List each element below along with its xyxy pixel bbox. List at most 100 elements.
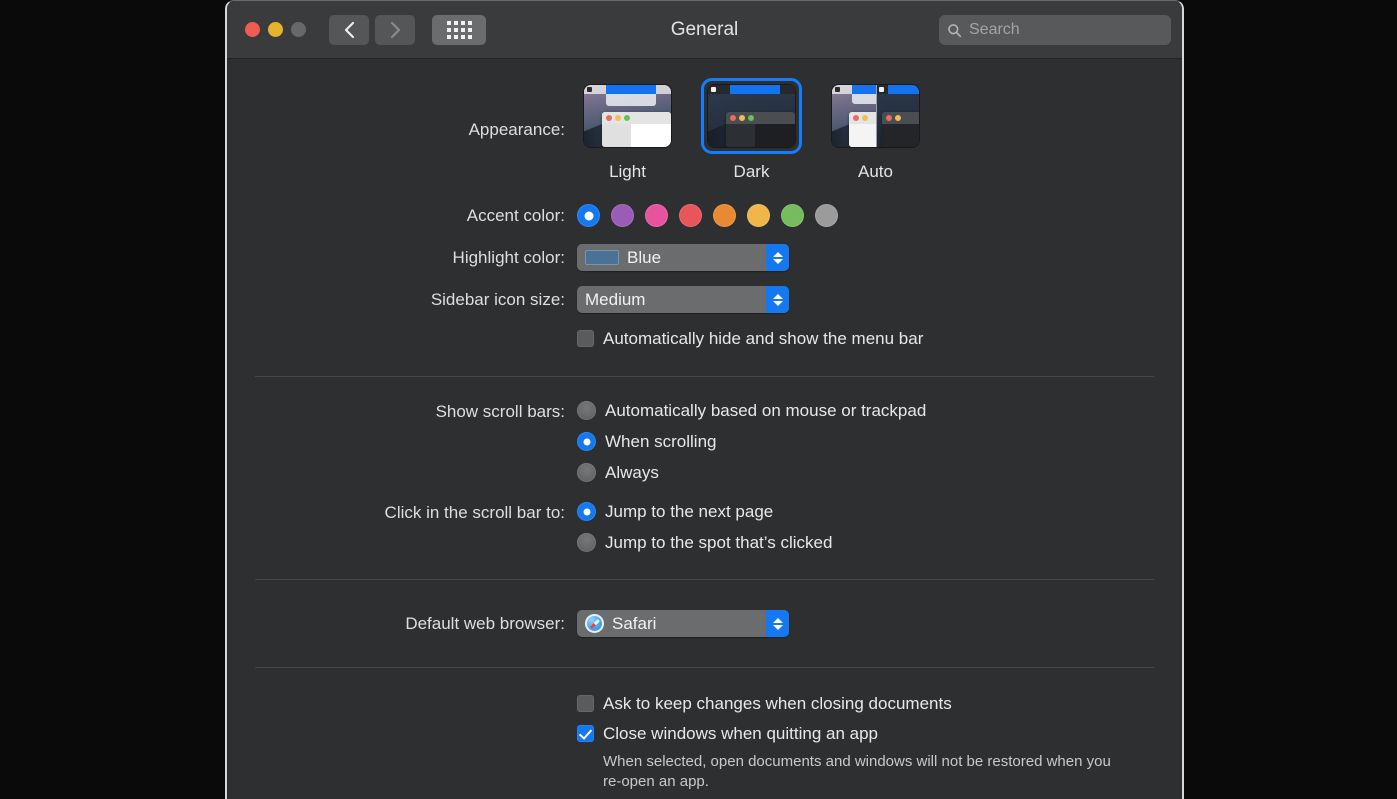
show-all-grid-icon bbox=[447, 21, 472, 39]
click-scroll-bar-row: Click in the scroll bar to: Jump to the … bbox=[227, 501, 1182, 553]
accent-swatch-orange[interactable] bbox=[713, 204, 736, 227]
light-preview-image bbox=[584, 85, 671, 147]
scrollbar-option-always-label: Always bbox=[605, 462, 659, 483]
accent-swatch-yellow[interactable] bbox=[747, 204, 770, 227]
close-window-button[interactable] bbox=[245, 22, 260, 37]
click-option-spot-clicked-label: Jump to the spot that’s clicked bbox=[605, 532, 832, 553]
appearance-option-auto[interactable]: Auto bbox=[825, 78, 926, 182]
scrollbar-option-automatic-label: Automatically based on mouse or trackpad bbox=[605, 400, 926, 421]
highlight-color-label: Highlight color: bbox=[227, 248, 577, 268]
scrollbar-option-when-scrolling[interactable]: When scrolling bbox=[577, 431, 926, 452]
ask-keep-changes-label: Ask to keep changes when closing documen… bbox=[603, 693, 952, 714]
back-button[interactable] bbox=[329, 15, 369, 45]
accent-swatch-blue[interactable] bbox=[577, 204, 600, 227]
sidebar-icon-size-value: Medium bbox=[585, 290, 645, 310]
preferences-content: Appearance: bbox=[227, 78, 1182, 792]
click-radio-spot-clicked[interactable] bbox=[577, 533, 596, 552]
accent-swatch-red[interactable] bbox=[679, 204, 702, 227]
appearance-caption-dark: Dark bbox=[734, 162, 770, 182]
dark-preview-image bbox=[708, 85, 795, 147]
accent-color-swatches bbox=[577, 204, 838, 227]
chevron-right-icon bbox=[389, 21, 402, 39]
show-scroll-bars-options: Automatically based on mouse or trackpad… bbox=[577, 400, 926, 483]
navigation-buttons bbox=[329, 15, 415, 45]
appearance-caption-auto: Auto bbox=[858, 162, 893, 182]
appearance-options: Light bbox=[577, 78, 926, 182]
accent-color-row: Accent color: bbox=[227, 204, 1182, 227]
auto-preview-image bbox=[832, 85, 919, 147]
divider-2 bbox=[255, 579, 1154, 580]
highlight-color-popup[interactable]: Blue bbox=[577, 244, 789, 271]
divider-1 bbox=[255, 376, 1154, 377]
highlight-color-value: Blue bbox=[627, 248, 661, 268]
scrollbar-radio-automatic[interactable] bbox=[577, 401, 596, 420]
appearance-label: Appearance: bbox=[227, 78, 577, 140]
close-windows-group: Close windows when quitting an app When … bbox=[577, 723, 1123, 792]
search-icon bbox=[947, 23, 962, 38]
accent-swatch-graphite[interactable] bbox=[815, 204, 838, 227]
click-option-spot-clicked[interactable]: Jump to the spot that’s clicked bbox=[577, 532, 832, 553]
close-windows-checkbox[interactable] bbox=[577, 725, 594, 742]
menu-bar-autohide-checkbox[interactable] bbox=[577, 330, 594, 347]
window-titlebar: General Search bbox=[227, 1, 1182, 59]
highlight-color-row: Highlight color: Blue bbox=[227, 244, 1182, 271]
sidebar-icon-size-popup[interactable]: Medium bbox=[577, 286, 789, 313]
default-browser-value: Safari bbox=[612, 614, 656, 634]
search-input[interactable]: Search bbox=[939, 15, 1171, 45]
close-windows-line[interactable]: Close windows when quitting an app bbox=[577, 723, 1123, 744]
highlight-color-stepper[interactable] bbox=[766, 244, 789, 271]
accent-color-label: Accent color: bbox=[227, 206, 577, 226]
chevron-down-icon bbox=[773, 259, 783, 264]
default-browser-label: Default web browser: bbox=[227, 614, 577, 634]
sidebar-icon-size-label: Sidebar icon size: bbox=[227, 290, 577, 310]
click-scroll-bar-label: Click in the scroll bar to: bbox=[227, 501, 577, 523]
chevron-down-icon bbox=[773, 625, 783, 630]
sidebar-icon-size-stepper[interactable] bbox=[766, 286, 789, 313]
system-preferences-window: General Search Appearance: bbox=[225, 0, 1184, 799]
minimize-window-button[interactable] bbox=[268, 22, 283, 37]
appearance-thumb-auto[interactable] bbox=[825, 78, 926, 154]
ask-keep-changes-checkbox[interactable] bbox=[577, 695, 594, 712]
show-scroll-bars-row: Show scroll bars: Automatically based on… bbox=[227, 400, 1182, 483]
chevron-up-icon bbox=[773, 618, 783, 623]
close-windows-help-text: When selected, open documents and window… bbox=[603, 752, 1123, 792]
scrollbar-option-always[interactable]: Always bbox=[577, 462, 926, 483]
divider-3 bbox=[255, 667, 1154, 668]
appearance-thumb-dark[interactable] bbox=[701, 78, 802, 154]
chevron-up-icon bbox=[773, 294, 783, 299]
menu-bar-autohide-checkbox-line[interactable]: Automatically hide and show the menu bar bbox=[577, 328, 923, 349]
highlight-color-chip bbox=[585, 250, 619, 265]
appearance-caption-light: Light bbox=[609, 162, 646, 182]
chevron-up-icon bbox=[773, 252, 783, 257]
default-browser-stepper[interactable] bbox=[766, 610, 789, 637]
search-placeholder: Search bbox=[969, 21, 1020, 39]
click-radio-next-page[interactable] bbox=[577, 502, 596, 521]
menu-bar-autohide-row: Automatically hide and show the menu bar bbox=[227, 328, 1182, 349]
scrollbar-radio-always[interactable] bbox=[577, 463, 596, 482]
click-option-next-page-label: Jump to the next page bbox=[605, 501, 773, 522]
traffic-light-group bbox=[245, 22, 306, 37]
click-option-next-page[interactable]: Jump to the next page bbox=[577, 501, 832, 522]
scrollbar-radio-when-scrolling[interactable] bbox=[577, 432, 596, 451]
sidebar-icon-size-row: Sidebar icon size: Medium bbox=[227, 286, 1182, 313]
close-windows-label: Close windows when quitting an app bbox=[603, 723, 878, 744]
documents-settings-row: Ask to keep changes when closing documen… bbox=[227, 693, 1182, 792]
accent-swatch-pink[interactable] bbox=[645, 204, 668, 227]
show-all-button[interactable] bbox=[432, 15, 486, 45]
zoom-window-button[interactable] bbox=[291, 22, 306, 37]
menu-bar-autohide-label: Automatically hide and show the menu bar bbox=[603, 328, 923, 349]
appearance-option-light[interactable]: Light bbox=[577, 78, 678, 182]
appearance-option-dark[interactable]: Dark bbox=[701, 78, 802, 182]
accent-swatch-purple[interactable] bbox=[611, 204, 634, 227]
safari-icon bbox=[585, 614, 604, 633]
accent-swatch-green[interactable] bbox=[781, 204, 804, 227]
default-browser-popup[interactable]: Safari bbox=[577, 610, 789, 637]
ask-keep-changes-line[interactable]: Ask to keep changes when closing documen… bbox=[577, 693, 1123, 714]
scrollbar-option-automatic[interactable]: Automatically based on mouse or trackpad bbox=[577, 400, 926, 421]
forward-button[interactable] bbox=[375, 15, 415, 45]
click-scroll-bar-options: Jump to the next page Jump to the spot t… bbox=[577, 501, 832, 553]
chevron-down-icon bbox=[773, 301, 783, 306]
appearance-thumb-light[interactable] bbox=[577, 78, 678, 154]
scrollbar-option-when-scrolling-label: When scrolling bbox=[605, 431, 717, 452]
show-scroll-bars-label: Show scroll bars: bbox=[227, 400, 577, 422]
